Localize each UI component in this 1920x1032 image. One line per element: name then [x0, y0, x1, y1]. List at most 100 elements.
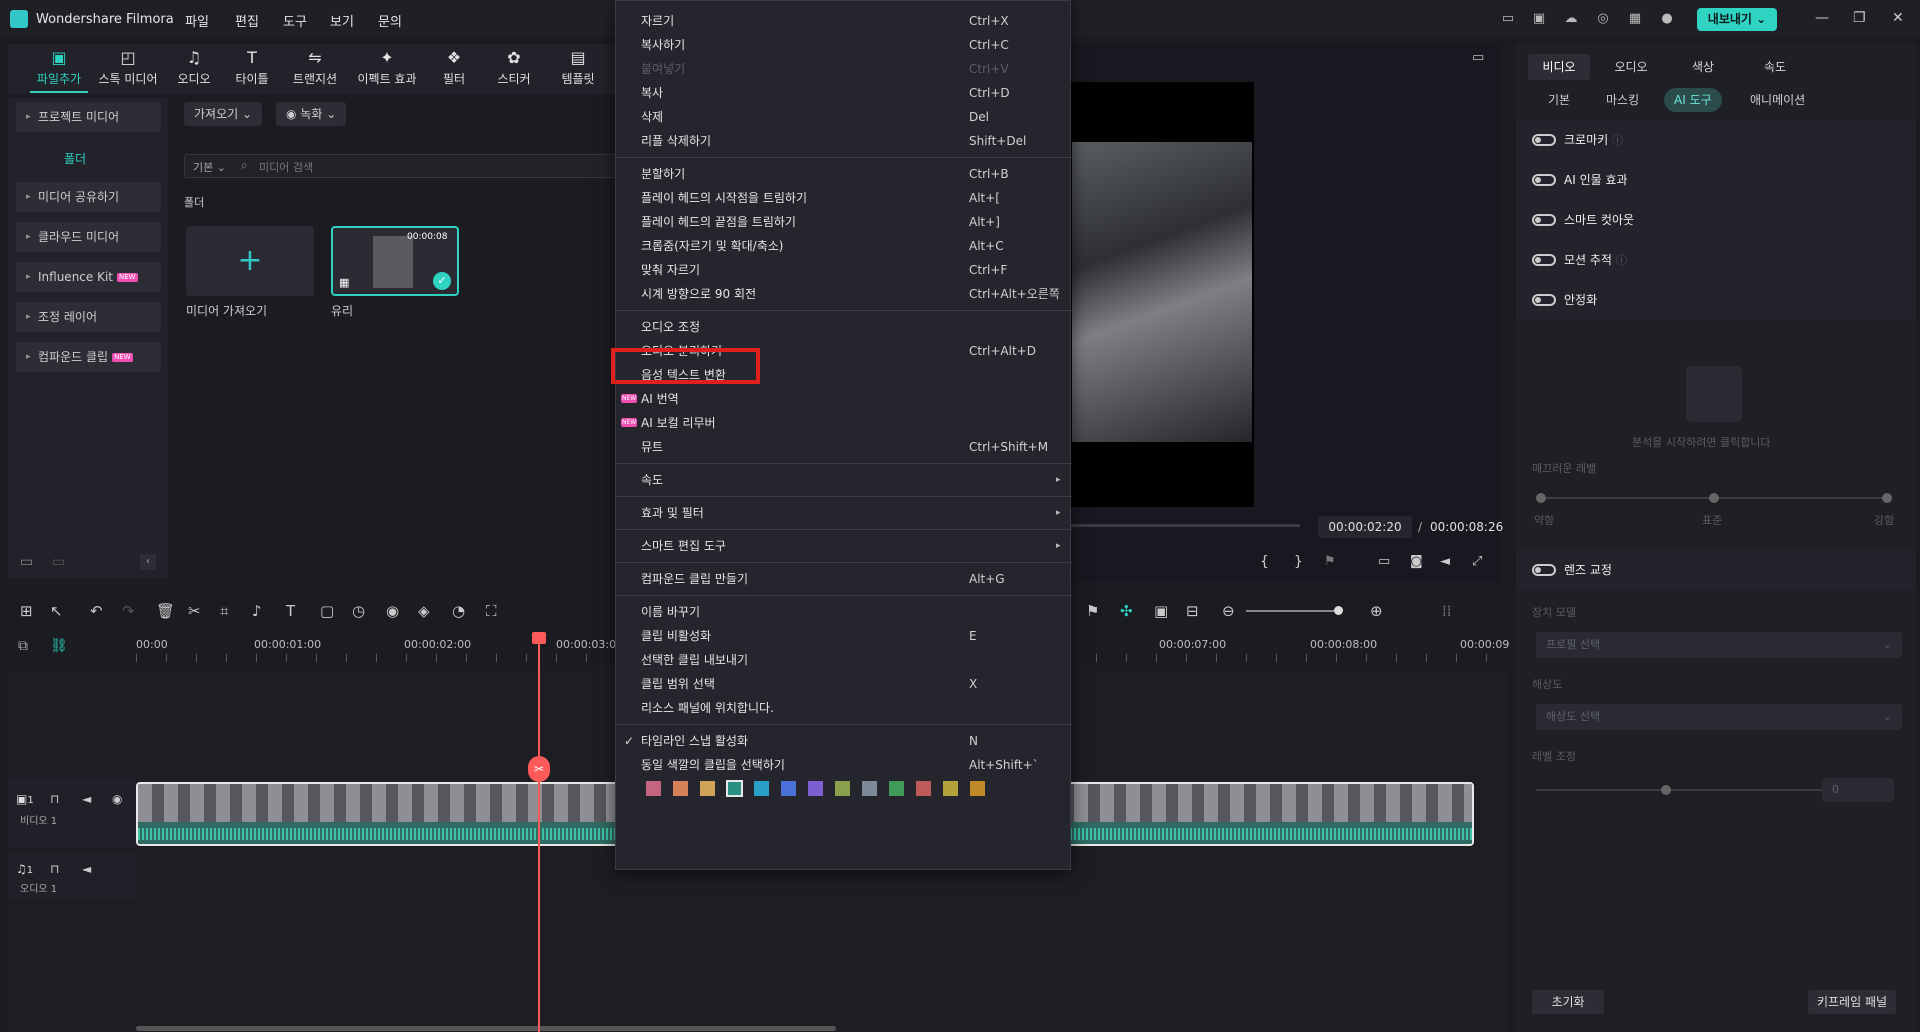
media-clip-thumbnail[interactable]: 00:00:08 ▦ ✓: [331, 226, 459, 296]
context-menu-item[interactable]: 동일 색깔의 클립을 선택하기 Alt+Shift+`: [616, 753, 1072, 777]
context-menu-item[interactable]: 복사하기 Ctrl+C: [616, 33, 1072, 57]
playhead-handle[interactable]: [532, 632, 546, 644]
sidebar-item-influence-kit[interactable]: Influence KitNEW: [16, 262, 161, 292]
menu-help[interactable]: 문의: [378, 11, 402, 30]
menu-view[interactable]: 보기: [330, 11, 354, 30]
stabilization-toggle[interactable]: [1532, 294, 1556, 306]
sidebar-item-share-media[interactable]: 미디어 공유하기: [16, 182, 161, 212]
resolution-dropdown[interactable]: 해상도 선택 ⌄: [1536, 704, 1902, 730]
color-swatch[interactable]: [700, 781, 715, 796]
chroma-key-row[interactable]: 크로마키 ⓘ: [1516, 120, 1916, 160]
tab-color[interactable]: 색상: [1672, 54, 1734, 80]
tab-audio-props[interactable]: 오디오: [1600, 54, 1662, 80]
lens-correction-toggle[interactable]: [1532, 564, 1556, 576]
menu-tools[interactable]: 도구: [283, 11, 307, 30]
split-screen-icon[interactable]: ⊟: [1186, 602, 1199, 620]
new-folder-icon[interactable]: ▭: [20, 554, 33, 570]
subtab-masking[interactable]: 마스킹: [1596, 88, 1649, 112]
mark-in-icon[interactable]: {: [1260, 554, 1269, 570]
context-menu-item[interactable]: 삭제 Del: [616, 105, 1072, 129]
color-swatch[interactable]: [673, 781, 688, 796]
stabilization-row[interactable]: 안정화: [1516, 280, 1916, 320]
view-options-icon[interactable]: ⁞⁞: [1442, 602, 1452, 620]
context-menu-item[interactable]: 효과 및 필터 ▸: [616, 501, 1072, 525]
ai-portrait-row[interactable]: AI 인물 효과: [1516, 160, 1916, 200]
tab-transitions[interactable]: ⇋ 트랜지션: [288, 48, 342, 87]
snapshot-icon[interactable]: ◙: [1410, 554, 1423, 569]
context-menu-item[interactable]: 붙여넣기 Ctrl+V: [616, 57, 1072, 81]
ai-portrait-toggle[interactable]: [1532, 174, 1556, 186]
undo-icon[interactable]: ↶: [90, 602, 103, 620]
lock-icon[interactable]: ⊓: [50, 862, 59, 876]
lens-correction-row[interactable]: 렌즈 교정: [1516, 550, 1916, 590]
lock-icon[interactable]: ⊓: [50, 792, 59, 806]
current-time[interactable]: 00:00:02:20: [1318, 516, 1412, 538]
profile-dropdown[interactable]: 프로필 선택 ⌄: [1536, 632, 1902, 658]
color-icon[interactable]: ◉: [386, 602, 399, 620]
sidebar-item-adjust-layer[interactable]: 조정 레이어: [16, 302, 161, 332]
split-scissors-icon[interactable]: ✂: [528, 756, 550, 782]
context-menu-item[interactable]: 리플 삭제하기 Shift+Del: [616, 129, 1072, 153]
layout-icon[interactable]: ▭: [1499, 11, 1517, 27]
zoom-slider[interactable]: [1246, 610, 1336, 612]
mute-icon[interactable]: ◄: [82, 862, 91, 876]
context-menu-item[interactable]: 플레이 헤드의 끝점을 트림하기 Alt+]: [616, 210, 1072, 234]
tab-templates[interactable]: ▤ 템플릿: [554, 48, 602, 87]
context-menu-item[interactable]: 플레이 헤드의 시작점을 트림하기 Alt+[: [616, 186, 1072, 210]
smart-cutout-toggle[interactable]: [1532, 214, 1556, 226]
menu-file[interactable]: 파일: [185, 11, 209, 30]
support-icon[interactable]: ◎: [1594, 11, 1612, 27]
cut-icon[interactable]: ✂: [188, 602, 201, 620]
color-swatch[interactable]: [781, 781, 796, 796]
keyframe-icon[interactable]: ◈: [418, 602, 430, 620]
cloud-upload-icon[interactable]: ☁: [1562, 11, 1580, 27]
zoom-out-icon[interactable]: ⊖: [1222, 602, 1235, 620]
context-menu-item[interactable]: 복사 Ctrl+D: [616, 81, 1072, 105]
display-icon[interactable]: ▭: [1378, 554, 1390, 569]
tab-stickers[interactable]: ✿ 스티커: [492, 48, 536, 87]
context-menu-item[interactable]: 맞춰 자르기 Ctrl+F: [616, 258, 1072, 282]
timeline-scrollbar[interactable]: [136, 1026, 836, 1031]
context-menu-item[interactable]: 속도 ▸: [616, 468, 1072, 492]
minimize-icon[interactable]: —: [1815, 10, 1829, 26]
level-value-input[interactable]: 0: [1822, 778, 1894, 802]
menu-edit[interactable]: 편집: [235, 11, 259, 30]
zoom-in-icon[interactable]: ⊕: [1370, 602, 1383, 620]
delete-icon[interactable]: 🗑: [156, 602, 175, 620]
tab-speed[interactable]: 속도: [1744, 54, 1806, 80]
context-menu-item[interactable]: 시계 방향으로 90 회전 Ctrl+Alt+오른쪽: [616, 282, 1072, 306]
context-menu-item[interactable]: 클립 비활성화 E: [616, 624, 1072, 648]
context-menu-item[interactable]: 크롭줌(자르기 및 확대/축소) Alt+C: [616, 234, 1072, 258]
mark-out-icon[interactable]: }: [1294, 554, 1303, 570]
color-swatch[interactable]: [862, 781, 877, 796]
context-menu-item[interactable]: 자르기 Ctrl+X: [616, 9, 1072, 33]
search-input[interactable]: 미디어 검색: [259, 159, 313, 175]
subtab-basic[interactable]: 기본: [1538, 88, 1580, 112]
crop-icon[interactable]: ⌗: [220, 602, 228, 620]
color-swatch[interactable]: [943, 781, 958, 796]
volume-icon[interactable]: ◄: [1440, 554, 1450, 569]
color-swatch[interactable]: [835, 781, 850, 796]
context-menu-item[interactable]: 오디오 조정: [616, 315, 1072, 339]
marker-tool-icon[interactable]: ⚑: [1086, 602, 1099, 620]
tab-audio[interactable]: ♫ 오디오: [172, 48, 216, 87]
context-menu-item[interactable]: ✓ 타임라인 스냅 활성화 N: [616, 729, 1072, 753]
avatar[interactable]: ●: [1658, 11, 1676, 27]
context-menu-item[interactable]: NEW AI 번역: [616, 387, 1072, 411]
sidebar-folder[interactable]: 폴더: [64, 150, 86, 167]
select-tool-icon[interactable]: ↖: [50, 602, 63, 620]
render-icon[interactable]: ▣: [1154, 602, 1168, 620]
link-icon[interactable]: ⛓: [50, 638, 68, 654]
add-media-button[interactable]: +: [186, 226, 314, 296]
collapse-sidebar-icon[interactable]: ‹: [140, 554, 156, 570]
mute-icon[interactable]: ◄: [82, 792, 91, 806]
tab-import[interactable]: ▣ 파일추가: [30, 48, 88, 93]
subtab-animation[interactable]: 애니메이션: [1740, 88, 1815, 112]
layout-grid-icon[interactable]: ⊞: [20, 602, 33, 620]
fit-icon[interactable]: ⛶: [486, 602, 497, 620]
tab-effects[interactable]: ✦ 이펙트 효과: [352, 48, 422, 87]
import-dropdown[interactable]: 가져오기 ⌄: [184, 102, 263, 126]
context-menu-item[interactable]: 리소스 패널에 위치합니다.: [616, 696, 1072, 720]
sidebar-item-cloud-media[interactable]: 클라우드 미디어: [16, 222, 161, 252]
keyframe-panel-button[interactable]: 키프레임 패널: [1808, 990, 1896, 1014]
